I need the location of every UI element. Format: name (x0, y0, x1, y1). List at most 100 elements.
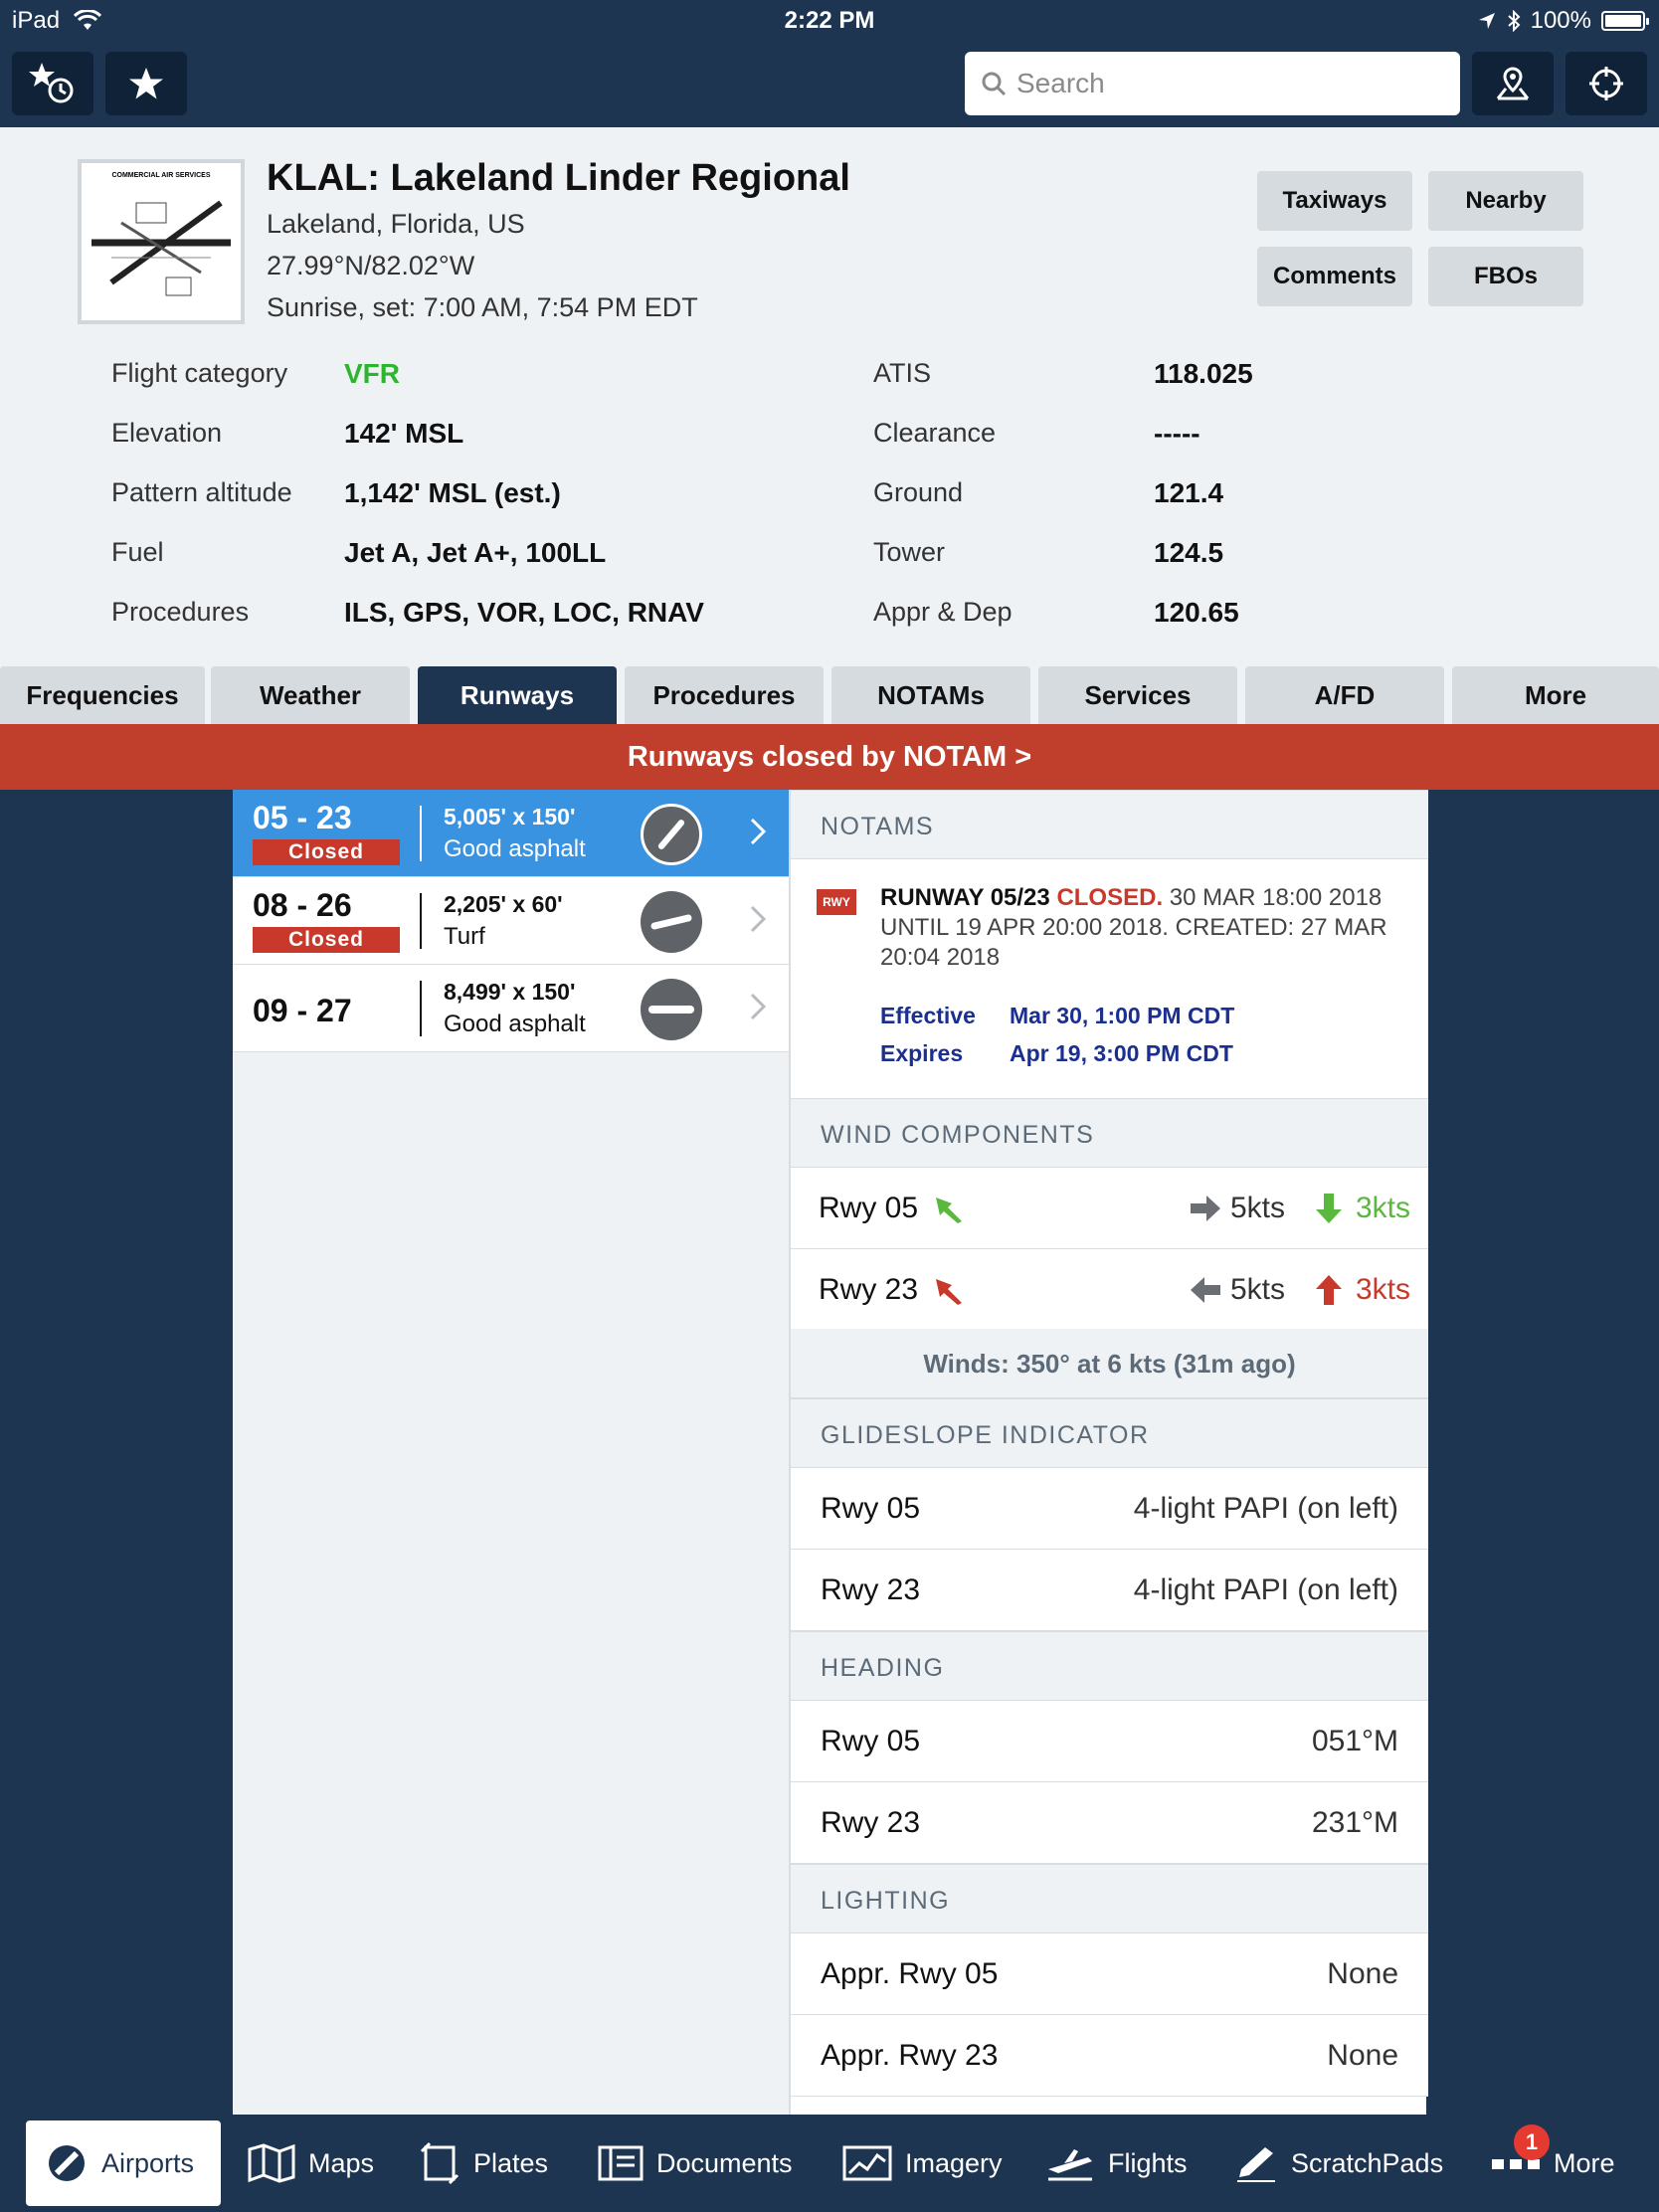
tab-frequencies[interactable]: Frequencies (0, 666, 205, 724)
tabbar-label: Flights (1108, 2147, 1188, 2178)
tabbar-label: Airports (101, 2147, 195, 2178)
section-header-wind: WIND COMPONENTS (791, 1098, 1428, 1168)
airport-coordinates: 27.99°N/82.02°W (267, 251, 475, 280)
runway-id: 05 - 23 (253, 800, 352, 835)
tailwind-down-arrow-icon (1316, 1194, 1342, 1223)
pencil-icon (1237, 2147, 1275, 2182)
tabbar-scratchpads[interactable]: ScratchPads (1233, 2120, 1443, 2206)
tabbar-imagery[interactable]: Imagery (841, 2120, 1003, 2206)
lighting-row: Appr. Rwy 05 None (791, 1934, 1428, 2015)
nearby-button[interactable]: Nearby (1428, 171, 1583, 231)
tab-services[interactable]: Services (1038, 666, 1237, 724)
search-icon (982, 72, 1007, 96)
runway-surface: Good asphalt (444, 835, 586, 862)
bluetooth-icon (1507, 10, 1521, 32)
info-value-clearance: ----- (1154, 418, 1200, 449)
map-pin-icon (1496, 67, 1530, 100)
info-value-pattern-altitude: 1,142' MSL (est.) (344, 477, 561, 508)
location-arrow-icon (1478, 13, 1495, 29)
closed-badge: Closed (253, 839, 400, 865)
info-value-elevation: 142' MSL (344, 418, 464, 449)
info-label-clearance: Clearance (873, 418, 997, 448)
search-input[interactable]: Search (965, 52, 1460, 115)
runway-row-08-26[interactable]: 08 - 26 Closed 2,205' x 60' Turf (233, 877, 789, 965)
runway-wind-arrow-icon (936, 1198, 962, 1223)
notam-subject: RUNWAY 05/23 (880, 884, 1050, 911)
thumbnail-caption: COMMERCIAL AIR SERVICES (111, 172, 210, 179)
tabbar-airports[interactable]: Airports (26, 2120, 221, 2206)
tabbar-maps[interactable]: Maps (247, 2120, 374, 2206)
runway-surface: Good asphalt (444, 1011, 586, 1037)
runway-dimensions: 5,005' x 150' (444, 804, 576, 830)
runway-list: 05 - 23 Closed 5,005' x 150' Good asphal… (233, 790, 789, 2115)
chevron-right-icon (750, 905, 767, 933)
glideslope-row: Rwy 05 4-light PAPI (on left) (791, 1468, 1428, 1550)
fbos-button[interactable]: FBOs (1428, 247, 1583, 306)
tab-runways[interactable]: Runways (418, 666, 617, 724)
section-header-notams: NOTAMS (791, 790, 1428, 859)
tabbar-label: Maps (308, 2147, 375, 2178)
wind-crosswind-value: 5kts (1230, 1192, 1286, 1224)
closed-badge: Closed (253, 927, 400, 953)
status-bar: iPad 2:22 PM 100% (0, 0, 1659, 40)
notam-expires-label: Expires (880, 1040, 964, 1066)
row-label: Rwy 23 (821, 1806, 921, 1839)
wind-runway-label: Rwy 05 (819, 1192, 919, 1224)
favorites-button[interactable] (105, 52, 187, 115)
airport-diagram-thumbnail[interactable]: COMMERCIAL AIR SERVICES (78, 159, 245, 324)
lighting-row: Appr. Rwy 23 None (791, 2015, 1428, 2097)
crosshair-icon (1589, 67, 1623, 100)
tabbar-plates[interactable]: Plates (418, 2120, 548, 2206)
chevron-right-icon (750, 818, 767, 845)
info-value-tower: 124.5 (1154, 537, 1224, 568)
info-value-appr-dep: 120.65 (1154, 597, 1239, 628)
runway-orientation-icon (641, 804, 702, 865)
runway-row-09-27[interactable]: 09 - 27 8,499' x 150' Good asphalt (233, 965, 789, 1052)
heading-row: Rwy 23 231°M (791, 1782, 1428, 1864)
tabbar-documents[interactable]: Documents (597, 2120, 793, 2206)
row-label: Rwy 05 (821, 1492, 921, 1525)
tabbar-more[interactable]: More (1490, 2120, 1615, 2206)
tab-afd[interactable]: A/FD (1245, 666, 1444, 724)
runway-row-05-23[interactable]: 05 - 23 Closed 5,005' x 150' Good asphal… (233, 790, 789, 877)
notam-closed: CLOSED. (1056, 884, 1164, 911)
section-header-lighting: LIGHTING (791, 1864, 1428, 1934)
info-label-pattern-altitude: Pattern altitude (111, 477, 292, 507)
section-header-heading: HEADING (791, 1631, 1428, 1701)
runway-id: 08 - 26 (253, 887, 352, 923)
comments-button[interactable]: Comments (1257, 247, 1412, 306)
flights-icon (1048, 2149, 1092, 2181)
info-value-ground: 121.4 (1154, 477, 1224, 508)
tabbar-label: Documents (656, 2147, 793, 2178)
runways-closed-banner[interactable]: Runways closed by NOTAM > (0, 724, 1659, 790)
wind-summary: Winds: 350° at 6 kts (31m ago) (791, 1329, 1428, 1398)
info-label-fuel: Fuel (111, 537, 164, 567)
taxiways-button[interactable]: Taxiways (1257, 171, 1412, 231)
info-value-fuel: Jet A, Jet A+, 100LL (344, 537, 607, 568)
notam-text: RUNWAY 05/23 CLOSED. 30 MAR 18:00 2018 U… (880, 883, 1407, 973)
documents-icon (598, 2145, 644, 2181)
airport-location: Lakeland, Florida, US (267, 209, 525, 239)
tab-weather[interactable]: Weather (211, 666, 410, 724)
tabbar-label: Plates (473, 2147, 549, 2178)
wind-crosswind-value: 5kts (1230, 1273, 1286, 1306)
tabbar-label: More (1554, 2147, 1615, 2178)
tab-notams[interactable]: NOTAMs (831, 666, 1030, 724)
row-value: None (1327, 2039, 1398, 2072)
info-label-atis: ATIS (873, 358, 932, 388)
runway-dimensions: 2,205' x 60' (444, 891, 563, 917)
map-pin-button[interactable] (1472, 52, 1554, 115)
heading-row: Rwy 05 051°M (791, 1701, 1428, 1782)
tab-more[interactable]: More (1452, 666, 1659, 724)
tabbar-flights[interactable]: Flights (1044, 2120, 1188, 2206)
tab-procedures[interactable]: Procedures (625, 666, 824, 724)
notam-expires-value: Apr 19, 3:00 PM CDT (1010, 1040, 1233, 1066)
runway-orientation-icon (641, 979, 702, 1040)
notam-item[interactable]: RWY RUNWAY 05/23 CLOSED. 30 MAR 18:00 20… (791, 859, 1428, 1098)
runway-orientation-icon (641, 891, 702, 953)
gps-locate-button[interactable] (1566, 52, 1647, 115)
tabbar-label: Imagery (905, 2147, 1003, 2178)
section-tabs: Frequencies Weather Runways Procedures N… (0, 664, 1659, 724)
recent-favorites-button[interactable] (12, 52, 93, 115)
wind-headwind-value: 3kts (1356, 1192, 1411, 1224)
